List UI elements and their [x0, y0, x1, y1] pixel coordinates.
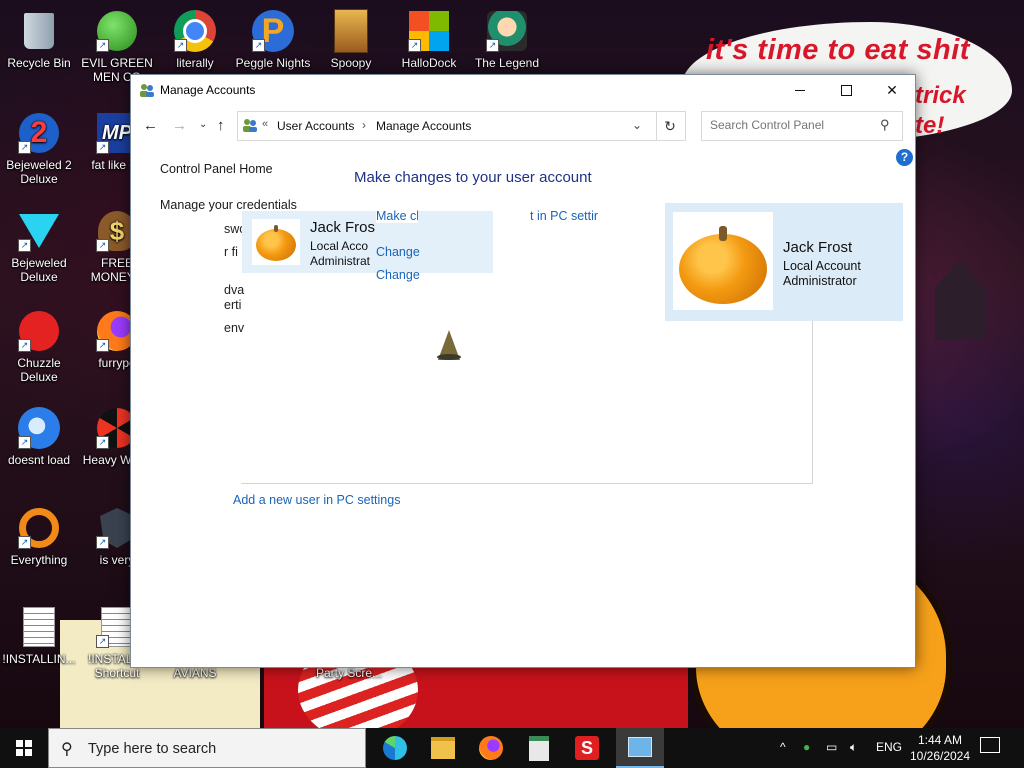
taskbar-search-placeholder: Type here to search [88, 741, 217, 757]
ghost-user-name: Jack Fros [310, 219, 376, 236]
taskbar-app-s[interactable]: S [563, 728, 611, 768]
desktop-icon-avians[interactable]: AVIANS [156, 666, 234, 680]
language-indicator[interactable]: ENG [876, 740, 902, 754]
ghost-make-changes-link[interactable]: Make ch [376, 209, 418, 223]
desktop-icon-bejeweled-2[interactable]: 2 ↗ Bejeweled 2 Deluxe [0, 110, 78, 186]
taskbar-app-edge[interactable] [371, 728, 419, 768]
breadcrumb-overflow-icon[interactable]: « [262, 118, 268, 130]
clock[interactable]: 1:44 AM 10/26/2024 [905, 732, 975, 764]
address-dropdown-icon[interactable]: ⌄ [632, 118, 642, 132]
user-photo [673, 212, 773, 310]
taskbar-search[interactable]: ⚲ Type here to search [48, 728, 366, 768]
refresh-icon: ↻ [664, 118, 676, 134]
control-panel-home-link[interactable]: Control Panel Home [160, 162, 273, 176]
start-button[interactable] [0, 728, 48, 768]
search-icon: ⚲ [61, 741, 73, 758]
wallpaper-caption-2: trick [915, 82, 966, 109]
clock-time: 1:44 AM [917, 733, 963, 747]
ghost-text-fragment: env [224, 321, 245, 335]
ghost-change-link[interactable]: Change [376, 268, 420, 282]
add-user-link[interactable]: Add a new user in PC settings [233, 493, 400, 507]
users-icon [243, 119, 257, 132]
desktop-icon-party-screen[interactable]: Party Scre... [310, 666, 388, 680]
user-name: Jack Frost [783, 239, 853, 256]
wallpaper-house [935, 260, 985, 340]
recycle-bin-icon [24, 13, 54, 49]
show-hidden-icons-chevron-icon[interactable]: ^ [780, 740, 786, 754]
desktop-icon-recycle-bin[interactable]: Recycle Bin [0, 8, 78, 70]
breadcrumb-separator[interactable]: › [362, 118, 366, 132]
desktop-icon-spoopy[interactable]: Spoopy [312, 8, 390, 70]
volume-icon[interactable]: 🔈︎ [850, 740, 857, 755]
window-title: Manage Accounts [160, 83, 256, 97]
desktop-icon-hallodock[interactable]: ↗ HalloDock [390, 8, 468, 70]
notification-icon[interactable] [980, 737, 1000, 753]
user-account-card[interactable]: Jack Frost Local Account Administrator [665, 203, 903, 321]
desktop-icon-evil-green-men[interactable]: ↗ EVIL GREEN MEN CO [78, 8, 156, 84]
help-icon[interactable]: ? [896, 149, 913, 166]
desktop-icon-bejeweled[interactable]: ↗ Bejeweled Deluxe [0, 208, 78, 284]
desktop-icon-the-legend[interactable]: ↗ The Legend [468, 8, 546, 70]
desktop-icon-installing[interactable]: !INSTALLIN... [0, 604, 78, 666]
ghost-pc-settings-link[interactable]: t in PC settir [528, 209, 599, 223]
maximize-button[interactable] [823, 75, 869, 105]
network-icon[interactable]: ▭ [826, 740, 837, 754]
ghost-text-fragment: dva [224, 283, 245, 297]
minimize-button[interactable] [777, 75, 823, 105]
desktop-icon-peggle-nights[interactable]: P ↗ Peggle Nights [234, 8, 312, 70]
users-icon [140, 84, 154, 97]
app-s-icon: S [575, 736, 599, 760]
document-icon [23, 607, 55, 647]
page-heading: Make changes to your user account [354, 169, 592, 186]
desktop-icon-chuzzle[interactable]: ↗ Chuzzle Deluxe [0, 308, 78, 384]
taskbar-app-file-explorer[interactable] [419, 728, 467, 768]
pumpkin-icon [256, 225, 296, 261]
firefox-icon [479, 736, 503, 760]
folder-icon [334, 9, 368, 53]
back-arrow-icon[interactable]: ← [143, 117, 158, 134]
desktop-icon-literally[interactable]: ↗ literally [156, 8, 234, 70]
desktop-icon-doesnt-load[interactable]: ↗ doesnt load [0, 405, 78, 467]
ghost-user-photo [252, 219, 300, 265]
calculator-icon [529, 735, 549, 761]
close-button[interactable]: ✕ [869, 75, 915, 105]
recent-locations-chevron-icon[interactable]: ⌄ [199, 119, 207, 130]
search-icon[interactable]: ⚲ [880, 117, 890, 133]
clock-date: 10/26/2024 [909, 749, 971, 763]
user-role: Administrator [783, 274, 857, 288]
file-explorer-icon [431, 737, 455, 759]
windows-start-icon [16, 740, 32, 756]
desktop-icon-everything[interactable]: ↗ Everything [0, 505, 78, 567]
pumpkin-icon [679, 225, 767, 304]
title-bar[interactable]: Manage Accounts ✕ [131, 75, 915, 105]
ghost-user-card: Jack Fros Local Acco Administrat [242, 211, 493, 273]
wallpaper-caption: it's time to eat shit [706, 34, 970, 66]
taskbar-app-firefox[interactable] [467, 728, 515, 768]
witch-hat-cursor-icon [437, 330, 461, 360]
refresh-button[interactable]: ↻ [655, 111, 686, 141]
search-box[interactable]: ⚲ [701, 111, 903, 141]
address-bar[interactable]: « User Accounts › Manage Accounts ⌄ [237, 111, 657, 141]
ghost-text-fragment: r fi [224, 245, 238, 259]
up-arrow-icon[interactable]: ↑ [217, 117, 225, 134]
user-account-type: Local Account [783, 259, 861, 273]
ghost-change-link[interactable]: Change [376, 245, 420, 259]
forward-arrow-icon[interactable]: → [172, 117, 187, 134]
close-icon: ✕ [886, 81, 898, 98]
taskbar-app-control-panel[interactable] [616, 728, 664, 768]
control-panel-icon [628, 737, 652, 757]
taskbar: ⚲ Type here to search S ^ ● ▭ 🔈︎ ENG 1:4… [0, 728, 1024, 768]
ghost-text-fragment: erti [224, 298, 242, 312]
search-input[interactable] [702, 112, 880, 138]
ghost-user-role: Administrat [310, 254, 371, 268]
breadcrumb-user-accounts[interactable]: User Accounts [277, 119, 354, 133]
people-tray-icon[interactable]: ● [803, 740, 810, 754]
taskbar-app-calculator[interactable] [515, 728, 563, 768]
wallpaper-caption-3: te! [915, 112, 945, 139]
breadcrumb-manage-accounts[interactable]: Manage Accounts [376, 119, 471, 133]
navigation-bar: ← → ⌄ ↑ « User Accounts › Manage Account… [131, 105, 915, 145]
manage-accounts-window: Manage Accounts ✕ ← → ⌄ ↑ « User Account… [130, 74, 916, 668]
ghost-user-type: Local Acco [310, 239, 369, 253]
edge-icon [383, 736, 407, 760]
